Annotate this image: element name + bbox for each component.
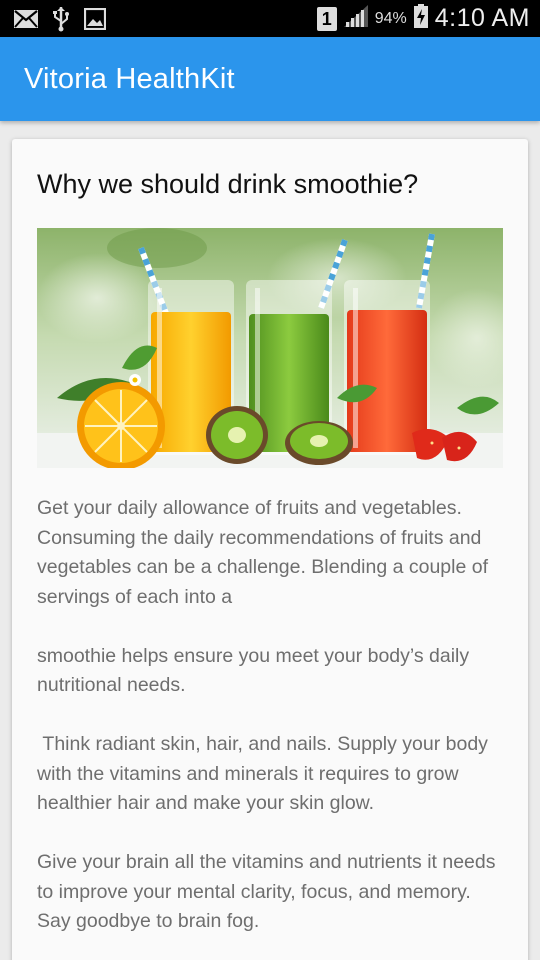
signal-icon [343, 5, 368, 32]
battery-percent: 94% [374, 9, 407, 27]
article-body: Get your daily allowance of fruits and v… [37, 494, 507, 960]
article-paragraph: Give your brain all the vitamins and nut… [37, 851, 496, 932]
sim-badge: 1 [316, 6, 337, 31]
article-paragraph: smoothie helps ensure you meet your body… [37, 644, 470, 697]
system-icons: 1 94% 4:10 AM [316, 4, 530, 33]
mail-icon [14, 10, 38, 33]
article-card: Why we should drink smoothie? Get your d… [12, 139, 528, 960]
app-title: Vitoria HealthKit [24, 63, 235, 95]
status-bar: 1 94% 4:10 AM [0, 0, 540, 37]
battery-charging-icon [413, 4, 428, 33]
article-paragraph: Think radiant skin, hair, and nails. Sup… [37, 733, 494, 814]
smoothie-glasses-image [37, 228, 503, 468]
clock: 4:10 AM [434, 4, 530, 32]
article-paragraph: Get your daily allowance of fruits and v… [37, 497, 489, 608]
article-title: Why we should drink smoothie? [37, 169, 419, 199]
app-bar: Vitoria HealthKit [0, 37, 540, 121]
notification-icons [14, 6, 107, 37]
image-icon [83, 7, 107, 35]
usb-icon [52, 6, 70, 37]
